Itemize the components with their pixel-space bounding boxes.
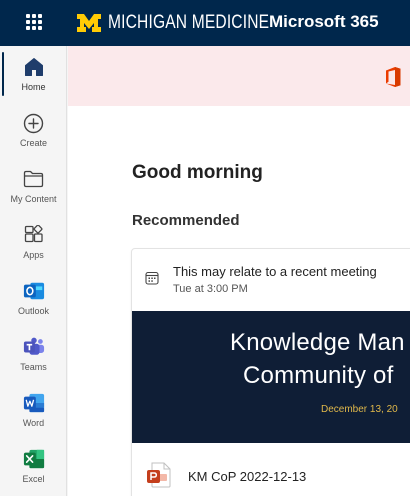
brand-text: MICHIGAN MEDICINE (108, 12, 270, 33)
recommendation-time: Tue at 3:00 PM (173, 283, 248, 295)
sidebar-item-label: Teams (20, 362, 47, 372)
sidebar-item-apps[interactable]: Apps (0, 214, 67, 270)
main-content: Good morning Recommended This may relate… (68, 46, 410, 496)
apps-icon (23, 224, 45, 246)
block-m-logo (77, 14, 101, 32)
word-icon (23, 392, 45, 414)
left-nav: Home Create My Content Apps Outlook Team… (0, 46, 67, 496)
outlook-icon (23, 280, 45, 302)
thumbnail-title-line1: Knowledge Man (230, 329, 405, 356)
thumbnail-date: December 13, 20 (321, 404, 398, 415)
active-indicator (2, 52, 4, 96)
thumbnail-title-line2: Community of (243, 362, 394, 389)
sidebar-item-label: Create (19, 138, 47, 148)
sidebar-item-label: Home (21, 82, 46, 92)
sidebar-item-label: Outlook (17, 306, 50, 316)
file-name[interactable]: KM CoP 2022-12-13 (188, 469, 306, 484)
home-icon (23, 56, 45, 78)
calendar-icon (145, 271, 159, 285)
suite-title[interactable]: Microsoft 365 (269, 12, 379, 32)
file-thumbnail[interactable]: Knowledge Man Community of December 13, … (132, 311, 410, 443)
sidebar-item-label: Apps (23, 250, 44, 260)
sidebar-item-label: My Content (10, 194, 57, 204)
top-bar: MICHIGAN MEDICINE Microsoft 365 (0, 0, 410, 46)
sidebar-item-word[interactable]: Word (0, 382, 67, 438)
greeting-heading: Good morning (132, 162, 263, 183)
app-launcher-icon[interactable] (26, 14, 42, 30)
sidebar-item-home[interactable]: Home (0, 46, 67, 102)
sidebar-item-excel[interactable]: Excel (0, 438, 67, 494)
sidebar-item-label: Excel (22, 474, 45, 484)
install-banner (68, 46, 410, 106)
recommended-file-card[interactable]: This may relate to a recent meeting Tue … (131, 248, 410, 496)
sidebar-item-label: Word (22, 418, 45, 428)
plus-circle-icon (23, 112, 45, 134)
sidebar-item-my-content[interactable]: My Content (0, 158, 67, 214)
sidebar-item-create[interactable]: Create (0, 102, 67, 158)
sidebar-item-outlook[interactable]: Outlook (0, 270, 67, 326)
office-logo-icon (386, 67, 401, 87)
powerpoint-icon (147, 462, 171, 488)
folder-icon (23, 168, 45, 190)
sidebar-item-teams[interactable]: Teams (0, 326, 67, 382)
teams-icon (23, 336, 45, 358)
recommended-heading: Recommended (132, 212, 240, 229)
recommendation-reason: This may relate to a recent meeting (173, 264, 377, 279)
excel-icon (23, 448, 45, 470)
